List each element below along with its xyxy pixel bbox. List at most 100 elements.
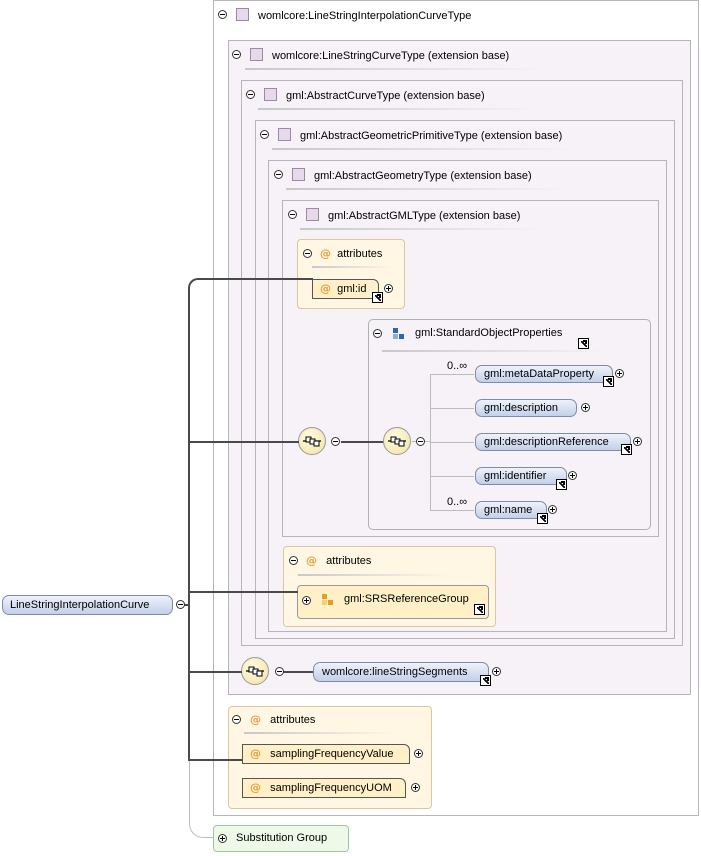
- element-label: gml:identifier: [484, 470, 547, 482]
- type-square-icon: [306, 208, 319, 221]
- element-description-reference[interactable]: gml:descriptionReference: [475, 433, 631, 451]
- attribute-at-icon: @: [250, 781, 261, 794]
- separator: [258, 108, 538, 110]
- element-label: gml:description: [484, 402, 558, 414]
- sequence-glyph: [246, 666, 264, 677]
- separator: [312, 266, 392, 268]
- root-element[interactable]: LineStringInterpolationCurve: [2, 595, 173, 615]
- collapse-icon[interactable]: [232, 50, 241, 59]
- separator: [272, 148, 572, 150]
- element-label: gml:metaDataProperty: [484, 368, 595, 380]
- connector-line: [188, 671, 242, 673]
- attribute-at-icon: @: [250, 747, 261, 760]
- type-title-line-string-curve: womlcore:LineStringCurveType (extension …: [250, 48, 509, 62]
- collapse-icon[interactable]: [246, 90, 255, 99]
- collapse-icon[interactable]: [176, 600, 185, 609]
- expand-icon[interactable]: [302, 596, 311, 605]
- expand-icon[interactable]: [615, 369, 624, 378]
- link-arrow-icon[interactable]: [603, 376, 614, 387]
- collapse-icon[interactable]: [275, 667, 284, 676]
- collapse-icon[interactable]: [289, 556, 298, 565]
- attribute-gml-id[interactable]: @ gml:id: [312, 279, 379, 299]
- link-arrow-icon[interactable]: [480, 675, 491, 686]
- element-label: gml:name: [484, 504, 533, 516]
- branch-line: [430, 510, 474, 511]
- attribute-group-label: gml:SRSReferenceGroup: [344, 593, 469, 605]
- type-label: womlcore:LineStringInterpolationCurveTyp…: [258, 10, 472, 22]
- expand-icon[interactable]: [218, 834, 227, 843]
- type-square-icon: [264, 88, 277, 101]
- root-curve-top: [188, 278, 208, 292]
- collapse-icon[interactable]: [331, 437, 340, 446]
- attribute-at-icon: @: [320, 282, 331, 295]
- type-square-icon: [236, 8, 249, 21]
- separator: [245, 68, 545, 70]
- separator: [300, 228, 540, 230]
- link-arrow-icon[interactable]: [372, 292, 383, 303]
- collapse-icon[interactable]: [303, 249, 312, 258]
- type-square-icon: [250, 48, 263, 61]
- type-label: gml:AbstractCurveType (extension base): [286, 90, 485, 102]
- model-group-title: gml:StandardObjectProperties: [415, 327, 563, 339]
- attribute-sampling-frequency-uom[interactable]: @ samplingFrequencyUOM: [242, 778, 406, 798]
- root-trunk-line: [188, 289, 190, 761]
- element-identifier[interactable]: gml:identifier: [475, 467, 567, 485]
- element-line-string-segments[interactable]: womlcore:lineStringSegments: [313, 662, 489, 682]
- element-metadata-property[interactable]: gml:metaDataProperty: [475, 365, 613, 383]
- attribute-at-icon: @: [320, 247, 331, 260]
- type-title-interpolation-curve: womlcore:LineStringInterpolationCurveTyp…: [236, 8, 471, 22]
- connector-line: [206, 278, 313, 280]
- expand-icon[interactable]: [581, 403, 590, 412]
- cardinality-label: 0..∞: [447, 496, 468, 508]
- attributes-label: attributes: [270, 714, 316, 726]
- collapse-icon[interactable]: [260, 130, 269, 139]
- type-title-abstract-gml: gml:AbstractGMLType (extension base): [306, 208, 520, 222]
- attributes-header: @ attributes: [250, 713, 315, 726]
- link-arrow-icon[interactable]: [556, 479, 567, 490]
- type-title-abstract-geometry: gml:AbstractGeometryType (extension base…: [292, 168, 532, 182]
- collapse-icon[interactable]: [288, 210, 297, 219]
- attribute-label: samplingFrequencyValue: [270, 748, 394, 760]
- connector-line: [282, 671, 314, 673]
- attribute-label: gml:id: [337, 283, 367, 295]
- attribute-group-icon: [322, 594, 334, 606]
- type-title-abstract-curve: gml:AbstractCurveType (extension base): [264, 88, 485, 102]
- type-label: gml:AbstractGMLType (extension base): [328, 210, 521, 222]
- separator: [298, 574, 448, 576]
- element-description[interactable]: gml:description: [475, 399, 577, 417]
- link-arrow-icon[interactable]: [578, 338, 589, 349]
- type-title-abstract-primitive: gml:AbstractGeometricPrimitiveType (exte…: [278, 128, 562, 142]
- collapse-icon[interactable]: [274, 170, 283, 179]
- branch-line: [430, 476, 474, 477]
- expand-icon[interactable]: [411, 783, 420, 792]
- type-square-icon: [278, 128, 291, 141]
- model-group-icon: [393, 328, 405, 340]
- type-label: gml:AbstractGeometricPrimitiveType (exte…: [300, 130, 563, 142]
- sequence-compositor-icon[interactable]: [383, 427, 411, 455]
- cardinality-label: 0..∞: [447, 360, 468, 372]
- sequence-glyph: [303, 436, 321, 447]
- sequence-glyph: [388, 436, 406, 447]
- expand-icon[interactable]: [414, 749, 423, 758]
- attribute-at-icon: @: [306, 554, 317, 567]
- link-arrow-icon[interactable]: [474, 604, 485, 615]
- attribute-sampling-frequency-value[interactable]: @ samplingFrequencyValue: [242, 744, 410, 764]
- sequence-compositor-icon[interactable]: [298, 427, 326, 455]
- collapse-icon[interactable]: [232, 715, 241, 724]
- link-arrow-icon[interactable]: [537, 513, 548, 524]
- branch-line: [430, 442, 474, 443]
- attributes-header: @ attributes: [320, 247, 382, 260]
- collapse-icon[interactable]: [218, 10, 227, 19]
- branch-line: [430, 374, 474, 375]
- collapse-icon[interactable]: [416, 437, 425, 446]
- expand-icon[interactable]: [548, 505, 557, 514]
- expand-icon[interactable]: [384, 284, 393, 293]
- link-arrow-icon[interactable]: [621, 444, 632, 455]
- expand-icon[interactable]: [568, 471, 577, 480]
- separator: [382, 350, 602, 352]
- sequence-compositor-icon[interactable]: [241, 657, 269, 685]
- expand-icon[interactable]: [633, 437, 642, 446]
- collapse-icon[interactable]: [373, 329, 382, 338]
- expand-icon[interactable]: [492, 667, 501, 676]
- attribute-at-icon: @: [250, 713, 261, 726]
